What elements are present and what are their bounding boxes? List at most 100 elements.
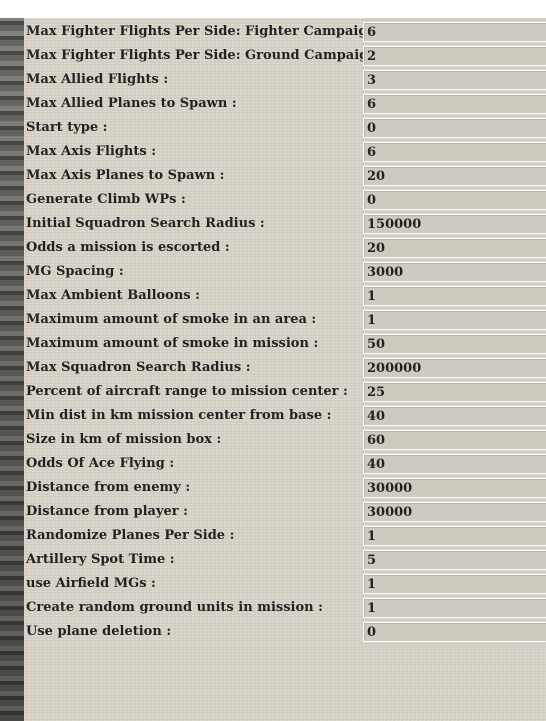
setting-value: 5 — [367, 553, 377, 568]
setting-input[interactable]: 5 — [363, 550, 546, 570]
setting-value: 60 — [367, 433, 386, 448]
setting-row-max-fighter-flights-fighter-campaigns: Max Fighter Flights Per Side: Fighter Ca… — [24, 20, 546, 44]
setting-input[interactable]: 30000 — [363, 478, 546, 498]
setting-row-percent-aircraft-range: Percent of aircraft range to mission cen… — [24, 380, 546, 404]
setting-label: Max Allied Flights : — [26, 72, 169, 87]
setting-value: 150000 — [367, 217, 422, 232]
setting-input[interactable]: 6 — [363, 142, 546, 162]
setting-input[interactable]: 60 — [363, 430, 546, 450]
setting-label: Generate Climb WPs : — [26, 192, 186, 207]
setting-label: Max Squadron Search Radius : — [26, 360, 251, 375]
setting-input[interactable]: 20 — [363, 166, 546, 186]
setting-input[interactable]: 1 — [363, 598, 546, 618]
setting-label: Maximum amount of smoke in an area : — [26, 312, 317, 327]
setting-label: Max Axis Flights : — [26, 144, 157, 159]
setting-label: Initial Squadron Search Radius : — [26, 216, 265, 231]
setting-row-min-dist-mission-center: Min dist in km mission center from base … — [24, 404, 546, 428]
setting-row-max-ambient-balloons: Max Ambient Balloons : 1 — [24, 284, 546, 308]
setting-value: 30000 — [367, 481, 413, 496]
setting-value: 1 — [367, 313, 377, 328]
setting-value: 0 — [367, 193, 377, 208]
setting-input[interactable]: 30000 — [363, 502, 546, 522]
setting-label: Use plane deletion : — [26, 624, 172, 639]
setting-value: 1 — [367, 601, 377, 616]
setting-input[interactable]: 40 — [363, 406, 546, 426]
setting-label: use Airfield MGs : — [26, 576, 156, 591]
setting-label: Percent of aircraft range to mission cen… — [26, 384, 348, 399]
setting-row-start-type: Start type : 0 — [24, 116, 546, 140]
setting-label: MG Spacing : — [26, 264, 124, 279]
setting-value: 1 — [367, 529, 377, 544]
setting-input[interactable]: 1 — [363, 526, 546, 546]
setting-row-distance-from-enemy: Distance from enemy : 30000 — [24, 476, 546, 500]
setting-row-distance-from-player: Distance from player : 30000 — [24, 500, 546, 524]
setting-row-use-airfield-mgs: use Airfield MGs : 1 — [24, 572, 546, 596]
setting-value: 2 — [367, 49, 377, 64]
setting-row-max-fighter-flights-ground-campaigns: Max Fighter Flights Per Side: Ground Cam… — [24, 44, 546, 68]
setting-row-max-axis-planes-to-spawn: Max Axis Planes to Spawn : 20 — [24, 164, 546, 188]
setting-row-max-squadron-search-radius: Max Squadron Search Radius : 200000 — [24, 356, 546, 380]
setting-label: Odds a mission is escorted : — [26, 240, 230, 255]
setting-input[interactable]: 3 — [363, 70, 546, 90]
setting-input[interactable]: 1 — [363, 310, 546, 330]
setting-value: 6 — [367, 97, 377, 112]
setting-value: 30000 — [367, 505, 413, 520]
setting-row-randomize-planes-per-side: Randomize Planes Per Side : 1 — [24, 524, 546, 548]
setting-label: Max Fighter Flights Per Side: Ground Cam… — [26, 48, 395, 63]
setting-row-mg-spacing: MG Spacing : 3000 — [24, 260, 546, 284]
setting-label: Size in km of mission box : — [26, 432, 222, 447]
setting-label: Max Fighter Flights Per Side: Fighter Ca… — [26, 24, 394, 39]
setting-value: 0 — [367, 625, 377, 640]
setting-label: Max Axis Planes to Spawn : — [26, 168, 225, 183]
setting-row-max-axis-flights: Max Axis Flights : 6 — [24, 140, 546, 164]
setting-row-initial-squadron-search-radius: Initial Squadron Search Radius : 150000 — [24, 212, 546, 236]
setting-input[interactable]: 0 — [363, 622, 546, 642]
setting-input[interactable]: 6 — [363, 94, 546, 114]
setting-row-use-plane-deletion: Use plane deletion : 0 — [24, 620, 546, 644]
setting-value: 25 — [367, 385, 386, 400]
setting-value: 3 — [367, 73, 377, 88]
setting-value: 40 — [367, 409, 386, 424]
setting-value: 1 — [367, 577, 377, 592]
setting-input[interactable]: 3000 — [363, 262, 546, 282]
setting-input[interactable]: 2 — [363, 46, 546, 66]
setting-label: Artillery Spot Time : — [26, 552, 175, 567]
setting-label: Odds Of Ace Flying : — [26, 456, 175, 471]
setting-input[interactable]: 150000 — [363, 214, 546, 234]
setting-value: 1 — [367, 289, 377, 304]
setting-input[interactable]: 20 — [363, 238, 546, 258]
background-aircraft-image — [0, 18, 24, 721]
setting-input[interactable]: 1 — [363, 286, 546, 306]
setting-row-odds-ace-flying: Odds Of Ace Flying : 40 — [24, 452, 546, 476]
setting-input[interactable]: 40 — [363, 454, 546, 474]
setting-input[interactable]: 1 — [363, 574, 546, 594]
setting-input[interactable]: 25 — [363, 382, 546, 402]
setting-value: 6 — [367, 145, 377, 160]
setting-row-artillery-spot-time: Artillery Spot Time : 5 — [24, 548, 546, 572]
setting-label: Min dist in km mission center from base … — [26, 408, 332, 423]
setting-label: Max Ambient Balloons : — [26, 288, 200, 303]
setting-input[interactable]: 0 — [363, 118, 546, 138]
setting-row-max-smoke-mission: Maximum amount of smoke in mission : 50 — [24, 332, 546, 356]
setting-input[interactable]: 200000 — [363, 358, 546, 378]
setting-value: 20 — [367, 241, 386, 256]
setting-row-create-random-ground-units: Create random ground units in mission : … — [24, 596, 546, 620]
setting-label: Distance from player : — [26, 504, 188, 519]
setting-label: Distance from enemy : — [26, 480, 191, 495]
setting-label: Max Allied Planes to Spawn : — [26, 96, 237, 111]
setting-value: 0 — [367, 121, 377, 136]
setting-value: 6 — [367, 25, 377, 40]
setting-label: Maximum amount of smoke in mission : — [26, 336, 319, 351]
setting-row-generate-climb-wps: Generate Climb WPs : 0 — [24, 188, 546, 212]
setting-row-max-allied-flights: Max Allied Flights : 3 — [24, 68, 546, 92]
setting-label: Create random ground units in mission : — [26, 600, 323, 615]
setting-row-max-smoke-area: Maximum amount of smoke in an area : 1 — [24, 308, 546, 332]
setting-label: Start type : — [26, 120, 108, 135]
setting-label: Randomize Planes Per Side : — [26, 528, 235, 543]
setting-input[interactable]: 50 — [363, 334, 546, 354]
setting-value: 50 — [367, 337, 386, 352]
setting-input[interactable]: 6 — [363, 22, 546, 42]
setting-row-odds-mission-escorted: Odds a mission is escorted : 20 — [24, 236, 546, 260]
setting-row-size-mission-box: Size in km of mission box : 60 — [24, 428, 546, 452]
setting-input[interactable]: 0 — [363, 190, 546, 210]
